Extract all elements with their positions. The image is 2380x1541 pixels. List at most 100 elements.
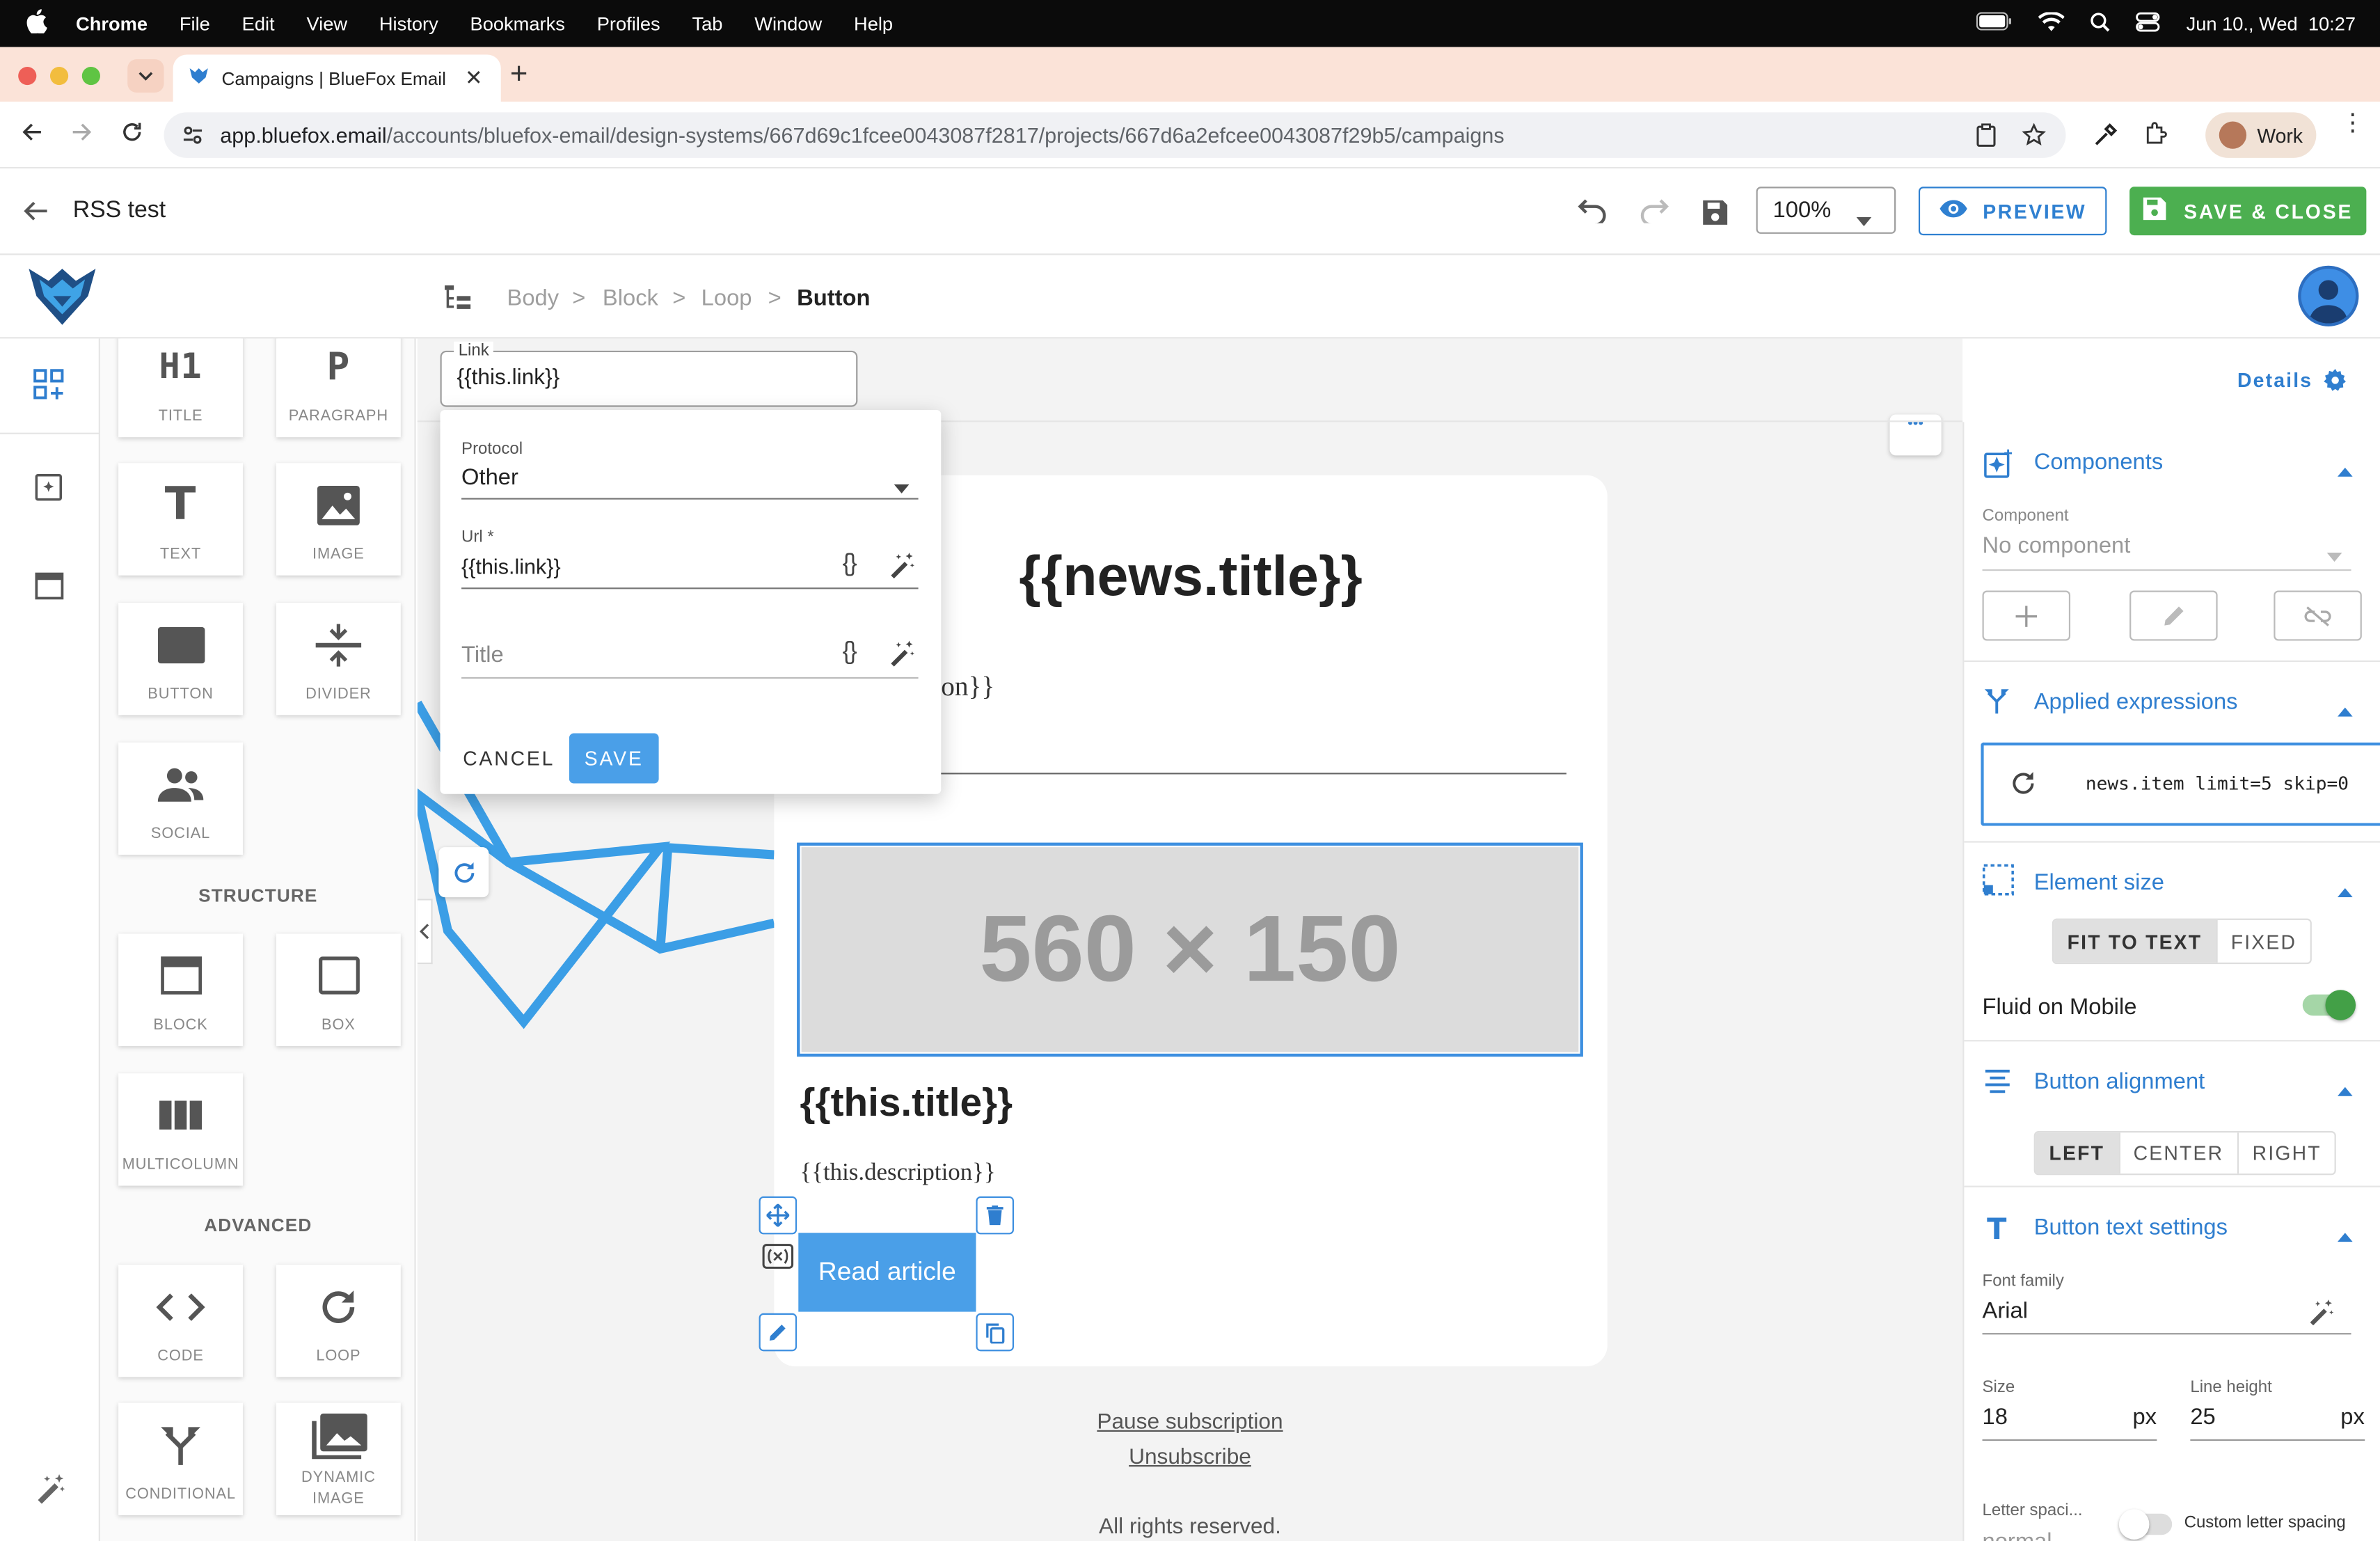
palette-text[interactable]: T TEXT bbox=[118, 463, 243, 576]
fluid-mobile-toggle[interactable] bbox=[2302, 990, 2356, 1020]
palette-dynamic-image[interactable]: DYNAMIC IMAGE bbox=[276, 1402, 401, 1515]
layout-icon[interactable] bbox=[35, 572, 64, 607]
pause-subscription-link[interactable]: Pause subscription bbox=[418, 1410, 1962, 1435]
palette-paragraph[interactable]: P PARAGRAPH bbox=[276, 338, 401, 438]
palette-code[interactable]: CODE bbox=[118, 1265, 243, 1377]
placeholder-image-frame[interactable]: 560 × 150 bbox=[797, 842, 1583, 1057]
spotlight-icon[interactable] bbox=[2091, 11, 2111, 35]
expression-badge[interactable] bbox=[759, 1240, 798, 1271]
read-article-button[interactable]: Read article bbox=[798, 1233, 976, 1312]
menu-bookmarks[interactable]: Bookmarks bbox=[470, 13, 565, 35]
user-avatar[interactable] bbox=[2298, 265, 2359, 326]
font-family-select[interactable]: Arial bbox=[1983, 1298, 2028, 1324]
palette-divider[interactable]: DIVIDER bbox=[276, 602, 401, 716]
link-field[interactable]: Link {{this.link}} bbox=[440, 341, 858, 407]
fixed-option[interactable]: FIXED bbox=[2217, 920, 2310, 963]
custom-spacing-toggle[interactable] bbox=[2118, 1509, 2173, 1540]
button-text-title[interactable]: Button text settings bbox=[2034, 1215, 2228, 1240]
control-center-icon[interactable] bbox=[2136, 11, 2161, 35]
palette-box[interactable]: BOX bbox=[276, 933, 401, 1046]
palette-image[interactable]: IMAGE bbox=[276, 463, 401, 576]
fit-to-text-option[interactable]: FIT TO TEXT bbox=[2054, 919, 2218, 963]
back-arrow-icon[interactable] bbox=[23, 200, 49, 229]
edit-component-button[interactable] bbox=[2129, 590, 2218, 641]
title-input[interactable]: Title bbox=[461, 642, 504, 668]
menu-help[interactable]: Help bbox=[854, 13, 893, 35]
item-title[interactable]: {{this.title}} bbox=[800, 1080, 1013, 1127]
add-component-button[interactable] bbox=[1982, 590, 2071, 641]
line-height-input[interactable]: 25 bbox=[2190, 1405, 2215, 1430]
insert-variable-icon[interactable]: {} bbox=[843, 551, 857, 578]
collapse-caret-icon[interactable] bbox=[2337, 457, 2353, 484]
save-link-button[interactable]: SAVE bbox=[569, 733, 659, 784]
magic-wand-icon[interactable] bbox=[888, 551, 915, 586]
add-element-icon[interactable] bbox=[33, 369, 65, 409]
new-tab-button[interactable]: + bbox=[510, 58, 527, 93]
magic-wand-icon[interactable] bbox=[2307, 1298, 2334, 1333]
delete-element-button[interactable] bbox=[976, 1196, 1014, 1235]
unlink-component-button[interactable] bbox=[2274, 590, 2362, 641]
redo-icon[interactable] bbox=[1637, 199, 1671, 231]
address-bar[interactable]: app.bluefox.email/accounts/bluefox-email… bbox=[164, 112, 2066, 158]
preview-button[interactable]: PREVIEW bbox=[1918, 187, 2107, 236]
tab-search-button[interactable] bbox=[127, 59, 164, 93]
palette-multicolumn[interactable]: MULTICOLUMN bbox=[118, 1073, 243, 1186]
maximize-window-button[interactable] bbox=[81, 66, 100, 86]
eyedropper-icon[interactable] bbox=[2093, 123, 2118, 155]
breadcrumb-loop[interactable]: Loop bbox=[701, 285, 752, 311]
browser-menu-icon[interactable]: ⋮ bbox=[2340, 111, 2365, 136]
button-alignment-title[interactable]: Button alignment bbox=[2034, 1069, 2205, 1095]
close-window-button[interactable] bbox=[18, 66, 37, 86]
menu-file[interactable]: File bbox=[180, 13, 210, 35]
close-tab-icon[interactable]: ✕ bbox=[465, 65, 483, 91]
breadcrumb-block[interactable]: Block bbox=[603, 285, 658, 311]
applied-expressions-title[interactable]: Applied expressions bbox=[2034, 689, 2238, 715]
save-close-button[interactable]: SAVE & CLOSE bbox=[2129, 187, 2367, 236]
breadcrumb-button[interactable]: Button bbox=[797, 285, 870, 311]
palette-button[interactable]: BUTTON bbox=[118, 602, 243, 716]
save-icon[interactable] bbox=[1701, 199, 1729, 234]
insert-variable-icon[interactable]: {} bbox=[843, 639, 857, 666]
extensions-icon[interactable] bbox=[2143, 122, 2168, 154]
duplicate-element-button[interactable] bbox=[976, 1313, 1014, 1352]
align-right-option[interactable]: RIGHT bbox=[2239, 1132, 2335, 1173]
refresh-preview-button[interactable] bbox=[438, 847, 489, 898]
battery-icon[interactable] bbox=[1976, 12, 2013, 35]
expression-item[interactable]: news.item limit=5 skip=0 bbox=[1981, 742, 2380, 826]
collapse-caret-icon[interactable] bbox=[2337, 1222, 2353, 1249]
url-input[interactable]: {{this.link}} bbox=[461, 554, 561, 578]
menu-tab[interactable]: Tab bbox=[692, 13, 722, 35]
menu-view[interactable]: View bbox=[306, 13, 347, 35]
browser-tab-active[interactable]: Campaigns | BlueFox Email ✕ bbox=[173, 54, 501, 102]
menu-app-name[interactable]: Chrome bbox=[76, 13, 148, 35]
wifi-icon[interactable] bbox=[2038, 10, 2065, 35]
protocol-select[interactable]: Other bbox=[461, 464, 518, 490]
palette-social[interactable]: SOCIAL bbox=[118, 742, 243, 855]
minimize-window-button[interactable] bbox=[49, 66, 69, 86]
palette-conditional[interactable]: CONDITIONAL bbox=[118, 1402, 243, 1515]
menu-profiles[interactable]: Profiles bbox=[597, 13, 660, 35]
item-description[interactable]: {{this.description}} bbox=[800, 1160, 995, 1187]
bluefox-logo[interactable] bbox=[26, 264, 99, 336]
edit-element-button[interactable] bbox=[759, 1313, 798, 1352]
site-info-icon[interactable] bbox=[182, 125, 204, 150]
back-icon[interactable] bbox=[22, 122, 43, 150]
tree-structure-icon[interactable] bbox=[443, 284, 472, 319]
menu-window[interactable]: Window bbox=[754, 13, 822, 35]
letter-spacing-input[interactable]: normal bbox=[1983, 1529, 2052, 1541]
collapse-palette-button[interactable] bbox=[417, 899, 433, 965]
zoom-select[interactable]: 100% bbox=[1756, 187, 1896, 234]
menu-edit[interactable]: Edit bbox=[242, 13, 275, 35]
magic-wand-icon[interactable] bbox=[888, 639, 915, 674]
undo-icon[interactable] bbox=[1576, 199, 1609, 231]
component-select[interactable]: No component bbox=[1983, 533, 2131, 559]
apple-icon[interactable] bbox=[26, 9, 50, 38]
profile-chip[interactable]: Work bbox=[2205, 112, 2317, 158]
components-title[interactable]: Components bbox=[2034, 450, 2164, 475]
menu-history[interactable]: History bbox=[379, 13, 438, 35]
details-label[interactable]: Details bbox=[2237, 369, 2312, 392]
size-input[interactable]: 18 bbox=[1983, 1405, 2008, 1430]
unsubscribe-link[interactable]: Unsubscribe bbox=[418, 1446, 1962, 1470]
move-handle[interactable] bbox=[759, 1196, 798, 1235]
align-left-option[interactable]: LEFT bbox=[2035, 1132, 2120, 1174]
